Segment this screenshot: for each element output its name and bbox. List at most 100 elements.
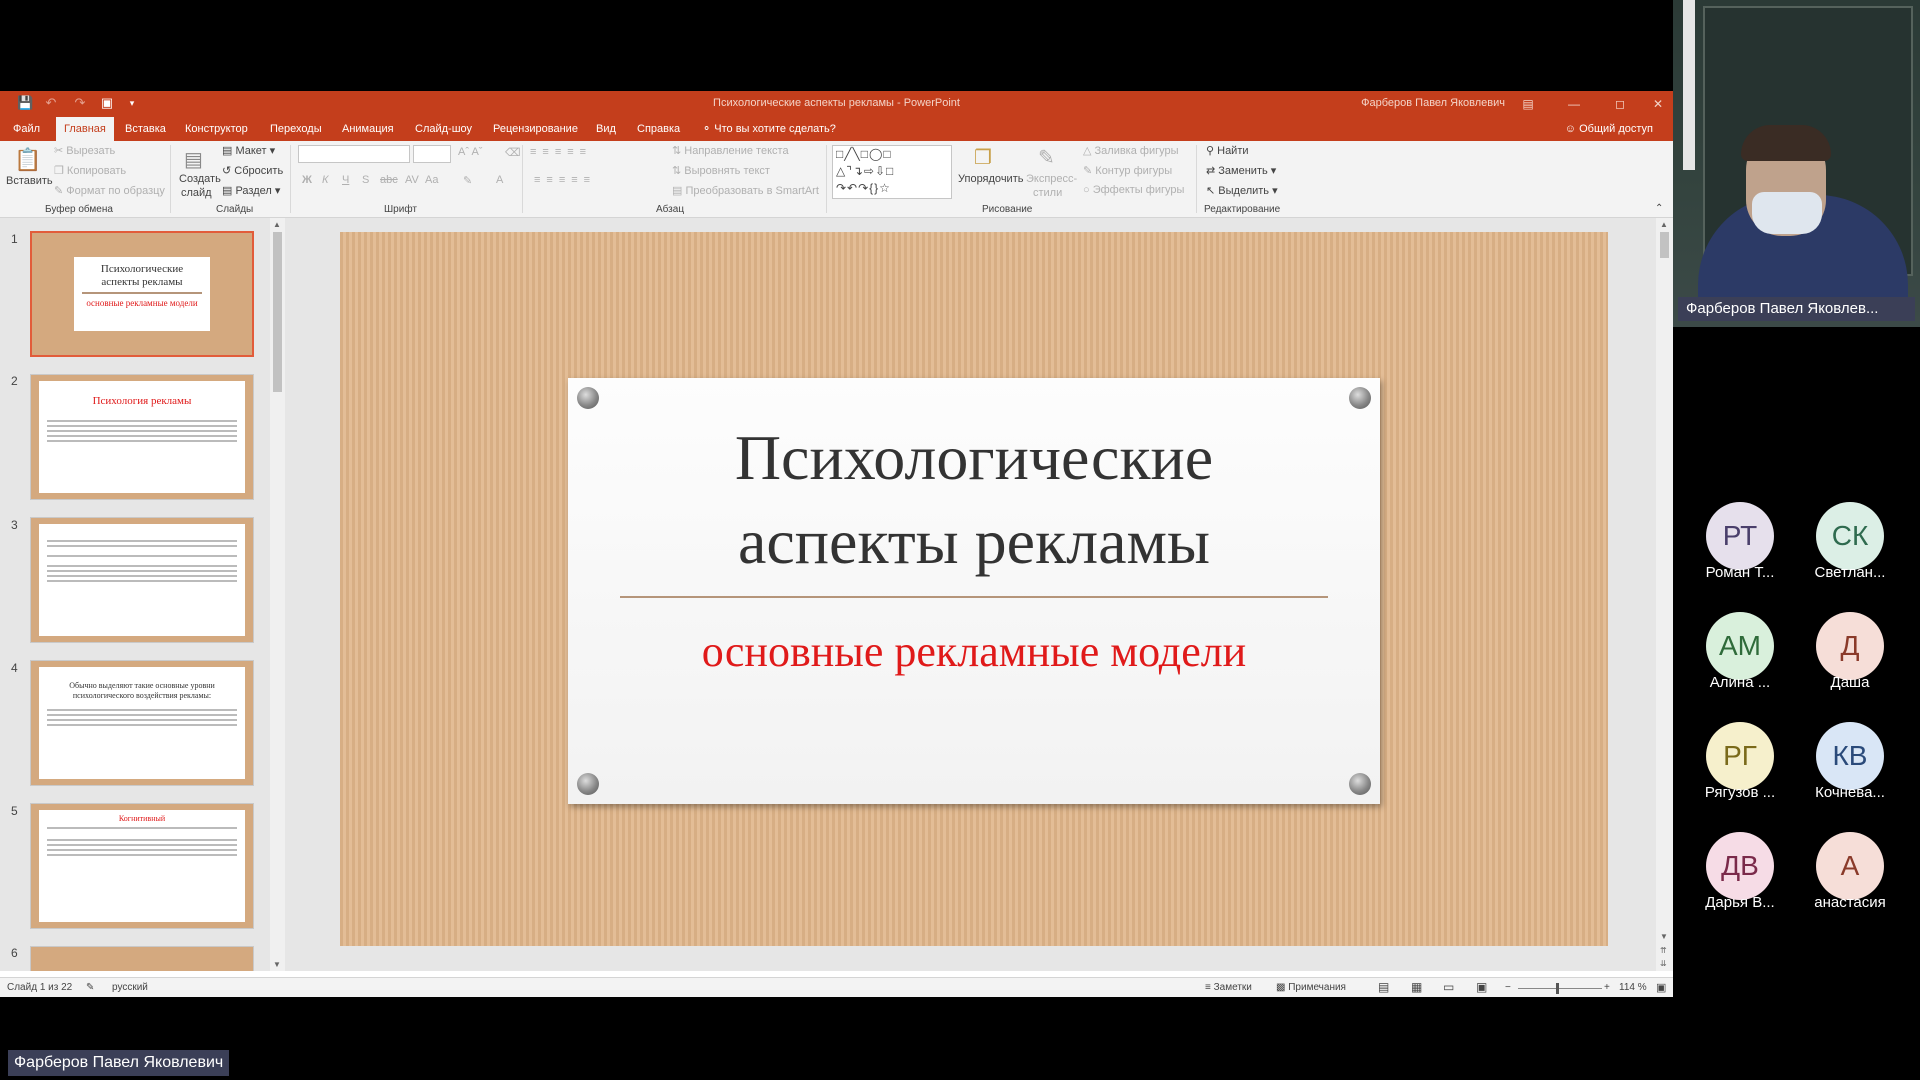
new-slide-button-line2[interactable]: слайд (181, 187, 212, 199)
replace-button[interactable]: ⇄ Заменить ▾ (1206, 164, 1276, 177)
scroll-thumb[interactable] (1660, 232, 1669, 258)
thumbnails-scrollbar[interactable]: ▲ ▼ (270, 218, 285, 971)
ribbon-display-icon[interactable]: ▤ (1505, 91, 1551, 117)
signed-in-user[interactable]: Фарберов Павел Яковлевич (1361, 97, 1505, 109)
pin-icon (577, 387, 599, 409)
comments-button[interactable]: ▩ Примечания (1276, 982, 1346, 993)
underline-button: Ч (342, 174, 350, 186)
scroll-down-icon[interactable]: ▼ (1660, 932, 1668, 941)
layout-button[interactable]: ▤ Макет ▾ (222, 144, 275, 157)
arrange-icon[interactable]: ❐ (974, 145, 992, 170)
tab-insert[interactable]: Вставка (117, 117, 174, 141)
zoom-slider[interactable] (1518, 988, 1602, 989)
copy-button: ❐ Копировать (54, 165, 127, 177)
fit-to-window-icon[interactable]: ▣ (1656, 981, 1666, 994)
shape-outline-button: ✎ Контур фигуры (1083, 165, 1173, 177)
minimize-icon[interactable]: — (1551, 91, 1597, 117)
shape-effects-button: ○ Эффекты фигуры (1083, 184, 1185, 196)
pin-icon (1349, 773, 1371, 795)
slide-thumbnail-5[interactable]: Когнитивный (30, 803, 254, 929)
participant-avatar[interactable]: РТ (1706, 502, 1774, 570)
scroll-up-icon[interactable]: ▲ (273, 220, 281, 229)
normal-view-icon[interactable]: ▤ (1378, 980, 1389, 994)
slide-thumbnail-6[interactable] (30, 946, 254, 971)
shapes-gallery[interactable]: □╱╲□◯□ △⌝↴⇨⇩□ ↷↶↷{}☆ (832, 145, 952, 199)
font-family-select[interactable] (298, 145, 410, 163)
slide-scrollbar[interactable]: ▲ ▼ ⇈ ⇊ (1656, 218, 1673, 971)
share-button[interactable]: ☺ Общий доступ (1557, 117, 1661, 141)
slide-subtitle[interactable]: основные рекламные модели (568, 626, 1380, 677)
collapse-ribbon-icon[interactable]: ⌃ (1655, 203, 1663, 214)
strikethrough-icon: abc (380, 174, 398, 186)
tab-animations[interactable]: Анимация (334, 117, 402, 141)
clear-format-icon: ⌫ (505, 147, 521, 159)
participant-name: Алина ... (1709, 674, 1771, 691)
slideshow-view-icon[interactable]: ▣ (1476, 980, 1487, 994)
zoom-out-icon[interactable]: − (1505, 982, 1511, 993)
spacing-icon: AV (405, 174, 419, 186)
search-icon: ⚲ (1206, 145, 1215, 157)
paste-button[interactable]: Вставить (6, 175, 53, 187)
tab-transitions[interactable]: Переходы (262, 117, 330, 141)
previous-slide-icon[interactable]: ⇈ (1660, 946, 1667, 955)
participant-avatar[interactable]: А (1816, 832, 1884, 900)
select-button[interactable]: ↖ Выделить ▾ (1206, 184, 1278, 197)
pin-icon (577, 773, 599, 795)
participant-avatar[interactable]: РГ (1706, 722, 1774, 790)
tab-home[interactable]: Главная (56, 117, 114, 141)
arrange-button[interactable]: Упорядочить (958, 173, 1023, 185)
slide-thumbnail-4[interactable]: Обычно выделяют такие основные уровни пс… (30, 660, 254, 786)
slide-thumbnail-2[interactable]: Психология рекламы (30, 374, 254, 500)
bold-button: Ж (302, 174, 312, 186)
title-divider (620, 596, 1328, 598)
zoom-level[interactable]: 114 % (1619, 982, 1647, 993)
align-icons: ≡≡≡≡≡ (534, 174, 597, 186)
slide-thumbnail-3[interactable] (30, 517, 254, 643)
zoom-slider-thumb[interactable] (1556, 983, 1559, 994)
participant-avatar[interactable]: АМ (1706, 612, 1774, 680)
reset-button[interactable]: ↺ Сбросить (222, 164, 283, 177)
group-separator (1196, 145, 1197, 213)
scroll-up-icon[interactable]: ▲ (1660, 220, 1668, 229)
participant-name: Светлан... (1814, 564, 1886, 581)
participant-avatar[interactable]: ДВ (1706, 832, 1774, 900)
participant-avatar[interactable]: КВ (1816, 722, 1884, 790)
slide-sorter-icon[interactable]: ▦ (1411, 980, 1422, 994)
current-slide[interactable]: Психологические аспекты рекламы основные… (340, 232, 1608, 946)
paste-icon[interactable]: 📋 (14, 147, 41, 173)
group-font-label: Шрифт (384, 204, 417, 215)
language-indicator[interactable]: русский (112, 982, 148, 993)
presenter-name-label: Фарберов Павел Яковлев... (1678, 297, 1915, 321)
participant-avatar[interactable]: Д (1816, 612, 1884, 680)
lightbulb-icon: ⚬ (702, 123, 715, 135)
tab-file[interactable]: Файл (5, 117, 48, 141)
next-slide-icon[interactable]: ⇊ (1660, 959, 1667, 968)
italic-button: К (322, 174, 329, 186)
participant-name: Даша (1830, 674, 1870, 691)
scroll-down-icon[interactable]: ▼ (273, 960, 281, 969)
section-button[interactable]: ▤ Раздел ▾ (222, 184, 280, 197)
close-icon[interactable]: ✕ (1643, 91, 1673, 117)
tab-design[interactable]: Конструктор (177, 117, 256, 141)
slide-title[interactable]: Психологические аспекты рекламы (568, 416, 1380, 584)
maximize-icon[interactable]: ◻ (1597, 91, 1643, 117)
spellcheck-icon[interactable]: ✎ (86, 982, 94, 993)
participant-avatar[interactable]: СК (1816, 502, 1884, 570)
tab-help[interactable]: Справка (629, 117, 688, 141)
new-slide-icon[interactable]: ▤ (184, 147, 203, 172)
tab-view[interactable]: Вид (588, 117, 624, 141)
scroll-thumb[interactable] (273, 232, 282, 392)
tab-slideshow[interactable]: Слайд-шоу (407, 117, 480, 141)
reading-view-icon[interactable]: ▭ (1443, 980, 1454, 994)
tell-me-box[interactable]: ⚬ Что вы хотите сделать? (694, 117, 844, 141)
slide-thumbnail-1[interactable]: Психологические аспекты рекламы основные… (30, 231, 254, 357)
status-bar: Слайд 1 из 22 ✎ русский ≡ Заметки ▩ Прим… (0, 977, 1673, 997)
notes-button[interactable]: ≡ Заметки (1205, 982, 1252, 993)
font-size-select[interactable] (413, 145, 451, 163)
slide-editing-area: Психологические аспекты рекламы основные… (285, 218, 1656, 971)
powerpoint-window: 💾 ↶ ↷ ▣ ▾ Психологические аспекты реклам… (0, 91, 1673, 997)
tab-review[interactable]: Рецензирование (485, 117, 586, 141)
zoom-in-icon[interactable]: + (1604, 982, 1610, 993)
new-slide-button-line1[interactable]: Создать (179, 173, 221, 185)
find-button[interactable]: ⚲ Найти (1206, 144, 1249, 157)
